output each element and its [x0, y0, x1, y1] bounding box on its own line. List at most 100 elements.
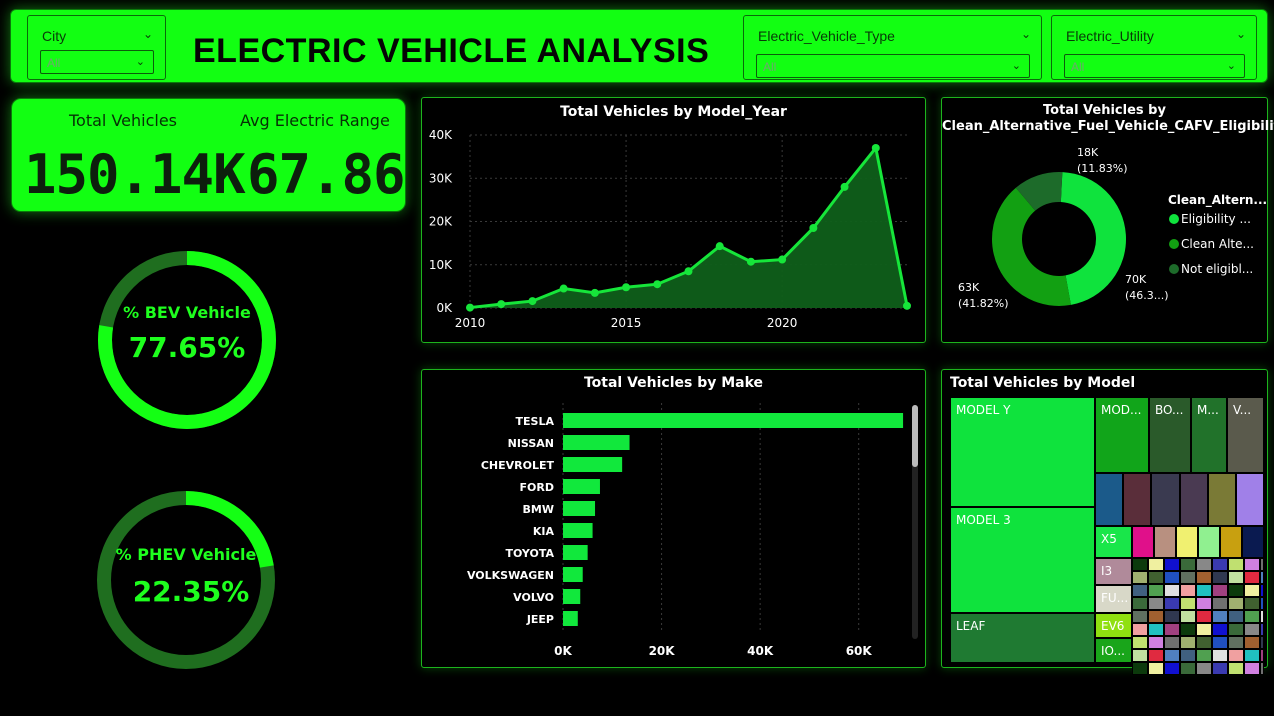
treemap-tile[interactable]: [1132, 597, 1148, 610]
treemap-tile[interactable]: [1164, 649, 1180, 662]
treemap-tile[interactable]: [1260, 558, 1264, 571]
treemap-tile[interactable]: [1164, 623, 1180, 636]
scrollbar[interactable]: [912, 405, 918, 639]
treemap-tile[interactable]: [1123, 473, 1152, 526]
treemap-tile[interactable]: [1260, 584, 1264, 597]
treemap-tile[interactable]: [1212, 649, 1228, 662]
treemap-tile[interactable]: [1132, 623, 1148, 636]
treemap-tile[interactable]: [1196, 597, 1212, 610]
cafv-chart-panel[interactable]: Total Vehicles by Clean_Alternative_Fuel…: [941, 97, 1274, 343]
treemap-tile[interactable]: [1132, 526, 1154, 558]
treemap-tile[interactable]: [1151, 473, 1180, 526]
treemap-tile[interactable]: [1180, 636, 1196, 649]
treemap-tile[interactable]: [1260, 649, 1264, 662]
treemap-tile[interactable]: [1228, 662, 1244, 675]
treemap-tile[interactable]: [1198, 526, 1220, 558]
treemap-tile[interactable]: [1260, 571, 1264, 584]
treemap-tile[interactable]: [1228, 558, 1244, 571]
treemap-tile[interactable]: [1244, 623, 1260, 636]
treemap-tile[interactable]: [1180, 597, 1196, 610]
treemap-tile[interactable]: V...: [1227, 397, 1264, 473]
treemap-tile[interactable]: [1244, 584, 1260, 597]
treemap-tile[interactable]: [1212, 636, 1228, 649]
utility-slicer[interactable]: Electric_Utility ⌄ All ⌄: [1051, 15, 1257, 80]
treemap-tile[interactable]: IO...: [1095, 638, 1132, 663]
chevron-down-icon[interactable]: ⌄: [1021, 27, 1031, 41]
treemap-tile[interactable]: [1228, 636, 1244, 649]
make-chart-panel[interactable]: Total Vehicles by Make 0K 20K 40K 60K TESLA N…: [421, 369, 926, 668]
treemap-tile[interactable]: [1244, 597, 1260, 610]
treemap-tile[interactable]: [1164, 584, 1180, 597]
treemap-tile[interactable]: [1148, 610, 1164, 623]
treemap-tile[interactable]: [1180, 662, 1196, 675]
treemap-tile[interactable]: BO...: [1149, 397, 1191, 473]
treemap-tile[interactable]: [1164, 558, 1180, 571]
treemap-tile[interactable]: [1148, 623, 1164, 636]
treemap-tile[interactable]: [1154, 526, 1176, 558]
treemap-tile[interactable]: [1148, 558, 1164, 571]
treemap-tile[interactable]: [1176, 526, 1198, 558]
treemap-tile[interactable]: [1180, 623, 1196, 636]
treemap-tile[interactable]: [1164, 597, 1180, 610]
treemap-tile[interactable]: [1132, 610, 1148, 623]
treemap-tile[interactable]: [1196, 558, 1212, 571]
treemap-tile[interactable]: [1260, 636, 1264, 649]
treemap-tile[interactable]: [1148, 649, 1164, 662]
treemap-tile[interactable]: MOD...: [1095, 397, 1149, 473]
treemap-tile[interactable]: [1132, 662, 1148, 675]
treemap-tile[interactable]: [1228, 610, 1244, 623]
treemap-tile[interactable]: [1196, 584, 1212, 597]
treemap-tile[interactable]: [1148, 636, 1164, 649]
treemap-tile[interactable]: [1244, 636, 1260, 649]
ev-type-slicer[interactable]: Electric_Vehicle_Type ⌄ All ⌄: [743, 15, 1042, 80]
treemap-tile[interactable]: [1179, 473, 1208, 526]
treemap-tile-model-y[interactable]: MODEL Y: [950, 397, 1095, 507]
treemap-tile[interactable]: [1228, 571, 1244, 584]
treemap-tile[interactable]: [1132, 584, 1148, 597]
treemap-tile[interactable]: [1244, 662, 1260, 675]
treemap-tile[interactable]: [1212, 584, 1228, 597]
treemap-tile[interactable]: [1164, 571, 1180, 584]
treemap-tile[interactable]: [1180, 558, 1196, 571]
chevron-down-icon[interactable]: ⌄: [143, 27, 153, 41]
treemap-tile[interactable]: [1180, 571, 1196, 584]
treemap-tile[interactable]: [1244, 571, 1260, 584]
treemap-tile[interactable]: [1180, 610, 1196, 623]
treemap-tile[interactable]: [1260, 662, 1264, 675]
treemap-tile[interactable]: [1212, 610, 1228, 623]
treemap-tile-leaf[interactable]: LEAF: [950, 613, 1095, 663]
treemap-tile[interactable]: [1212, 597, 1228, 610]
treemap-tile[interactable]: [1212, 662, 1228, 675]
treemap-tile[interactable]: [1095, 473, 1124, 526]
treemap-tile[interactable]: [1228, 584, 1244, 597]
treemap-tile[interactable]: [1244, 649, 1260, 662]
treemap-tile[interactable]: [1212, 623, 1228, 636]
treemap-tile[interactable]: [1260, 610, 1264, 623]
treemap-tile[interactable]: [1132, 636, 1148, 649]
treemap-tile[interactable]: [1196, 610, 1212, 623]
treemap-tile[interactable]: [1212, 571, 1228, 584]
utility-dropdown[interactable]: All ⌄: [1064, 54, 1245, 78]
treemap-tile[interactable]: [1228, 649, 1244, 662]
treemap-tile[interactable]: [1220, 526, 1242, 558]
treemap-tile[interactable]: [1228, 623, 1244, 636]
treemap-tile[interactable]: [1148, 597, 1164, 610]
treemap-tile[interactable]: [1244, 558, 1260, 571]
treemap-tile[interactable]: [1260, 623, 1264, 636]
treemap-tile[interactable]: [1196, 636, 1212, 649]
treemap-tile[interactable]: [1180, 649, 1196, 662]
treemap-tile[interactable]: [1196, 623, 1212, 636]
chevron-down-icon[interactable]: ⌄: [1236, 27, 1246, 41]
city-dropdown[interactable]: All ⌄: [40, 50, 154, 74]
treemap-tile[interactable]: [1164, 636, 1180, 649]
treemap-tile[interactable]: EV6: [1095, 613, 1132, 638]
treemap-tile[interactable]: [1132, 649, 1148, 662]
treemap-tile[interactable]: [1228, 597, 1244, 610]
treemap-tile[interactable]: [1236, 473, 1265, 526]
model-treemap-panel[interactable]: Total Vehicles by Model MODEL Y MODEL 3 LE…: [941, 369, 1268, 675]
treemap-tile[interactable]: [1196, 649, 1212, 662]
treemap-tile[interactable]: [1148, 571, 1164, 584]
treemap-tile[interactable]: [1242, 526, 1264, 558]
treemap-tile[interactable]: [1244, 610, 1260, 623]
treemap-tile[interactable]: [1148, 662, 1164, 675]
